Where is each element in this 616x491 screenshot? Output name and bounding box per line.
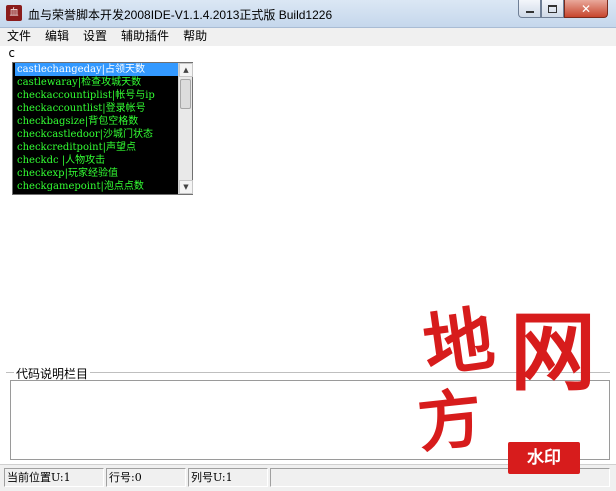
title-bar[interactable]: 血 血与荣誉脚本开发2008IDE-V1.1.4.2013正式版 Build12… bbox=[0, 0, 616, 28]
autocomplete-item[interactable]: checkdc |人物攻击 bbox=[15, 154, 178, 167]
autocomplete-item[interactable]: castlewaray|检查攻城天数 bbox=[15, 76, 178, 89]
menu-edit[interactable]: 编辑 bbox=[38, 28, 76, 46]
editor-text[interactable]: c bbox=[8, 46, 15, 60]
autocomplete-item[interactable]: checkaccountiplist|帐号与ip bbox=[15, 89, 178, 102]
close-button[interactable]: ✕ bbox=[564, 0, 608, 18]
status-column: 列号U:1 bbox=[188, 468, 268, 487]
status-row: 行号:0 bbox=[106, 468, 186, 487]
menu-file[interactable]: 文件 bbox=[0, 28, 38, 46]
scroll-thumb[interactable] bbox=[180, 79, 191, 109]
description-textbox[interactable] bbox=[10, 380, 610, 460]
scroll-down-icon[interactable]: ▼ bbox=[179, 180, 193, 194]
autocomplete-item[interactable]: checkbagsize|背包空格数 bbox=[15, 115, 178, 128]
autocomplete-list[interactable]: castlechangeday|占领天数 castlewaray|检查攻城天数 … bbox=[15, 63, 178, 194]
status-empty bbox=[270, 468, 610, 487]
app-icon: 血 bbox=[6, 5, 22, 21]
maximize-icon bbox=[548, 4, 557, 13]
maximize-button[interactable] bbox=[541, 0, 564, 18]
status-bar: 当前位置U:1 行号:0 列号U:1 bbox=[0, 464, 616, 491]
menu-settings[interactable]: 设置 bbox=[76, 28, 114, 46]
group-divider bbox=[6, 372, 610, 373]
autocomplete-item[interactable]: checkgamepoint|泡点点数 bbox=[15, 180, 178, 193]
autocomplete-scrollbar[interactable]: ▲ ▼ bbox=[178, 63, 193, 194]
scroll-up-icon[interactable]: ▲ bbox=[179, 63, 193, 77]
autocomplete-item[interactable]: checkaccountlist|登录帐号 bbox=[15, 102, 178, 115]
status-position: 当前位置U:1 bbox=[4, 468, 104, 487]
autocomplete-item[interactable]: checkcastledoor|沙城门状态 bbox=[15, 128, 178, 141]
window-title: 血与荣誉脚本开发2008IDE-V1.1.4.2013正式版 Build1226 bbox=[28, 8, 333, 22]
minimize-button[interactable] bbox=[518, 0, 541, 18]
menu-bar: 文件 编辑 设置 辅助插件 帮助 bbox=[0, 28, 616, 46]
menu-help[interactable]: 帮助 bbox=[176, 28, 214, 46]
close-icon: ✕ bbox=[580, 1, 592, 16]
autocomplete-item[interactable]: castlechangeday|占领天数 bbox=[15, 63, 178, 76]
autocomplete-popup[interactable]: castlechangeday|占领天数 castlewaray|检查攻城天数 … bbox=[12, 62, 193, 195]
autocomplete-item[interactable]: checkcreditpoint|声望点 bbox=[15, 141, 178, 154]
minimize-icon bbox=[525, 10, 534, 13]
menu-plugins[interactable]: 辅助插件 bbox=[114, 28, 176, 46]
autocomplete-item[interactable]: checkexp|玩家经验值 bbox=[15, 167, 178, 180]
